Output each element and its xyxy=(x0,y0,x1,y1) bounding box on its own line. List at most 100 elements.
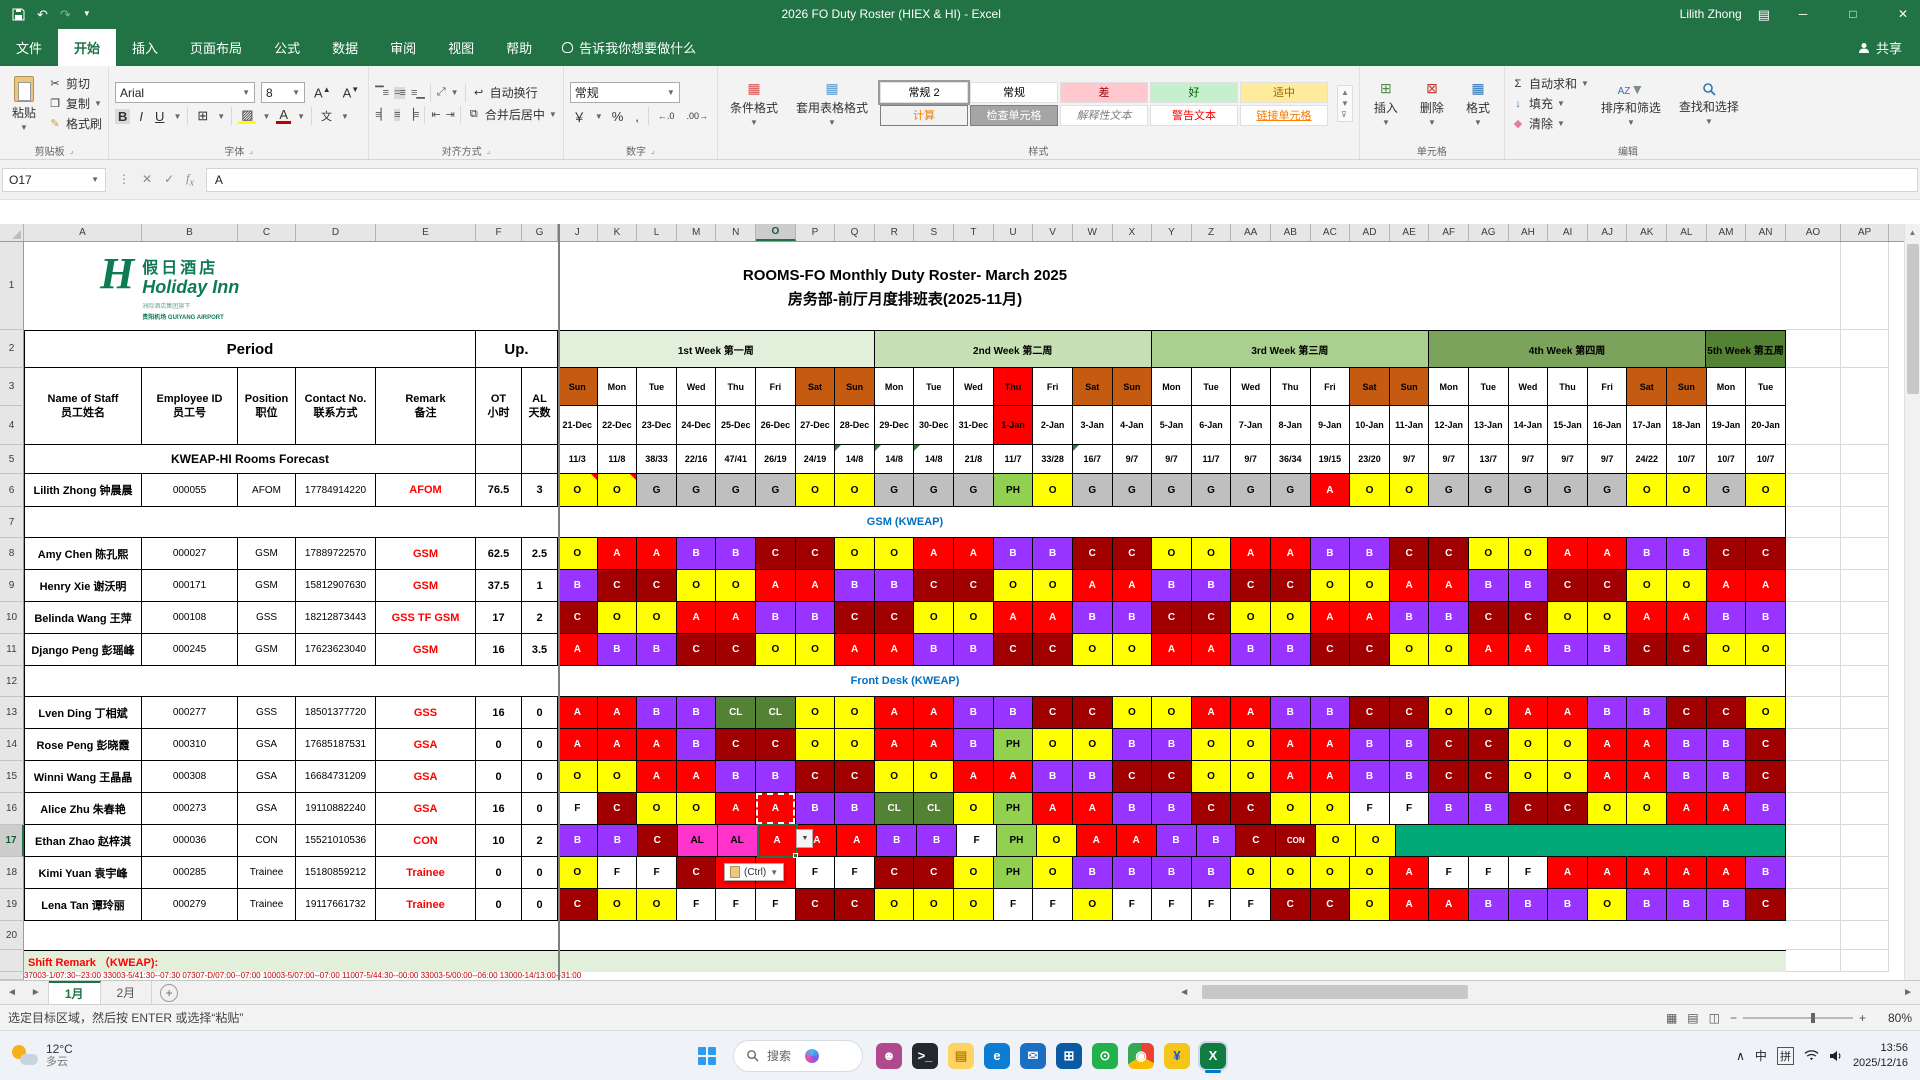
roster-cell[interactable]: C xyxy=(1112,761,1153,793)
roster-cell[interactable]: B xyxy=(954,729,994,761)
roster-cell[interactable]: AL xyxy=(717,825,758,857)
roster-cell[interactable]: O xyxy=(954,602,994,634)
roster-cell[interactable]: F xyxy=(957,825,997,857)
row-header-15[interactable]: 15 xyxy=(0,761,24,793)
paste-options-button[interactable]: (Ctrl) ▼ xyxy=(724,863,785,881)
forecast-cell[interactable]: 11/3 xyxy=(558,445,598,474)
roster-cell[interactable]: C xyxy=(874,857,915,889)
cancel-entry-icon[interactable]: ✕ xyxy=(142,172,152,186)
console-icon[interactable]: >_ xyxy=(907,1038,943,1074)
underline-button[interactable]: U xyxy=(152,109,167,124)
roster-cell[interactable]: O xyxy=(676,793,717,825)
roster-cell[interactable]: C xyxy=(676,634,717,666)
roster-cell[interactable]: O xyxy=(1231,729,1271,761)
close-button[interactable]: ✕ xyxy=(1886,7,1920,21)
roster-cell[interactable]: F xyxy=(676,889,717,921)
roster-cell[interactable]: C xyxy=(1508,793,1549,825)
roster-cell[interactable]: O xyxy=(1152,538,1192,570)
roster-cell[interactable]: B xyxy=(1746,793,1786,825)
roster-cell[interactable]: B xyxy=(795,793,836,825)
roster-cell[interactable]: B xyxy=(1389,602,1430,634)
row-header-11[interactable]: 11 xyxy=(0,634,24,666)
roster-cell[interactable]: O xyxy=(1270,602,1311,634)
roster-cell[interactable]: B xyxy=(835,793,875,825)
roster-cell[interactable]: O xyxy=(954,857,994,889)
column-header-J[interactable]: J xyxy=(558,224,598,241)
row-header-16[interactable]: 16 xyxy=(0,793,24,825)
roster-cell[interactable]: O xyxy=(1112,697,1153,729)
roster-cell[interactable]: O xyxy=(914,602,955,634)
roster-cell[interactable]: B xyxy=(1469,793,1509,825)
roster-cell[interactable]: B xyxy=(1231,634,1271,666)
roster-cell[interactable]: A xyxy=(1270,761,1311,793)
roster-cell[interactable]: A xyxy=(795,570,836,602)
roster-cell[interactable]: C xyxy=(1033,697,1073,729)
roster-cell[interactable]: C xyxy=(558,889,598,921)
roster-cell[interactable]: A xyxy=(597,538,638,570)
cut-button[interactable]: ✂ 剪切 xyxy=(48,75,102,92)
roster-cell[interactable]: G xyxy=(874,474,915,507)
decrease-indent-icon[interactable]: ⇤ xyxy=(431,108,440,121)
zoom-in-icon[interactable]: + xyxy=(1859,1011,1866,1025)
forecast-cell[interactable]: 22/16 xyxy=(676,445,717,474)
tray-chevron-icon[interactable]: ∧ xyxy=(1736,1049,1745,1063)
roster-cell[interactable]: G xyxy=(756,474,796,507)
roster-cell[interactable]: A xyxy=(676,602,717,634)
forecast-cell[interactable]: 9/7 xyxy=(1112,445,1153,474)
roster-cell[interactable]: O xyxy=(1429,634,1470,666)
format-as-table-button[interactable]: ▦ 套用表格格式 ▼ xyxy=(790,80,874,127)
select-all-button[interactable] xyxy=(0,224,24,241)
roster-cell[interactable]: C xyxy=(637,825,678,857)
roster-cell[interactable]: C xyxy=(1350,697,1390,729)
roster-cell[interactable]: A xyxy=(1706,857,1747,889)
roster-cell[interactable]: F xyxy=(835,857,875,889)
phonetic-guide-icon[interactable]: 文 xyxy=(318,108,335,124)
roster-cell[interactable]: A xyxy=(1548,857,1588,889)
roster-cell[interactable]: O xyxy=(1033,857,1073,889)
column-header-N[interactable]: N xyxy=(716,224,757,241)
roster-cell[interactable]: B xyxy=(1508,570,1549,602)
roster-cell[interactable]: B xyxy=(1627,889,1668,921)
roster-cell[interactable]: C xyxy=(1429,729,1470,761)
roster-cell[interactable]: B xyxy=(1112,857,1153,889)
roster-cell[interactable]: A xyxy=(1191,697,1232,729)
forecast-cell[interactable]: 24/22 xyxy=(1627,445,1668,474)
roster-cell[interactable]: A xyxy=(874,634,915,666)
column-header-Z[interactable]: Z xyxy=(1191,224,1232,241)
roster-cell[interactable]: O xyxy=(637,602,677,634)
menu-tab-数据[interactable]: 数据 xyxy=(316,29,374,66)
column-header-AF[interactable]: AF xyxy=(1429,224,1470,241)
roster-cell[interactable]: F xyxy=(637,857,677,889)
align-right-icon[interactable]: ▕≡ xyxy=(406,108,420,121)
roster-cell[interactable]: C xyxy=(874,602,915,634)
roster-cell[interactable]: B xyxy=(1389,729,1430,761)
roster-cell[interactable]: CL xyxy=(716,697,757,729)
forecast-cell[interactable]: 9/7 xyxy=(1152,445,1192,474)
roster-cell[interactable]: B xyxy=(1667,538,1707,570)
roster-cell[interactable]: C xyxy=(1587,570,1628,602)
roster-cell[interactable]: B xyxy=(1429,602,1470,634)
roster-cell[interactable]: A xyxy=(637,729,677,761)
roster-cell[interactable]: F xyxy=(1350,793,1390,825)
forecast-cell[interactable]: 9/7 xyxy=(1508,445,1549,474)
roster-cell[interactable]: O xyxy=(558,474,598,507)
column-header-P[interactable]: P xyxy=(795,224,836,241)
roster-cell[interactable]: C xyxy=(795,538,836,570)
menu-tab-审阅[interactable]: 审阅 xyxy=(374,29,432,66)
chrome-icon[interactable]: ◉ xyxy=(1123,1038,1159,1074)
roster-cell[interactable]: G xyxy=(914,474,955,507)
font-name-combobox[interactable]: Arial ▼ xyxy=(115,82,256,104)
roster-cell[interactable]: A xyxy=(1116,825,1157,857)
decrease-decimal-icon[interactable]: .00→ xyxy=(683,111,711,121)
roster-cell[interactable]: A xyxy=(1270,538,1311,570)
roster-cell[interactable]: O xyxy=(795,634,836,666)
zoom-level[interactable]: 80% xyxy=(1876,1011,1912,1025)
roster-cell[interactable]: C xyxy=(1310,634,1351,666)
cell-style-解释性文本[interactable]: 解释性文本 xyxy=(1059,104,1148,126)
roster-cell[interactable]: F xyxy=(1469,857,1509,889)
cell-style-差[interactable]: 差 xyxy=(1059,81,1148,103)
column-header-AK[interactable]: AK xyxy=(1627,224,1668,241)
roster-cell[interactable]: O xyxy=(1112,634,1153,666)
roster-cell[interactable]: B xyxy=(597,634,638,666)
roster-cell[interactable]: B xyxy=(597,825,638,857)
